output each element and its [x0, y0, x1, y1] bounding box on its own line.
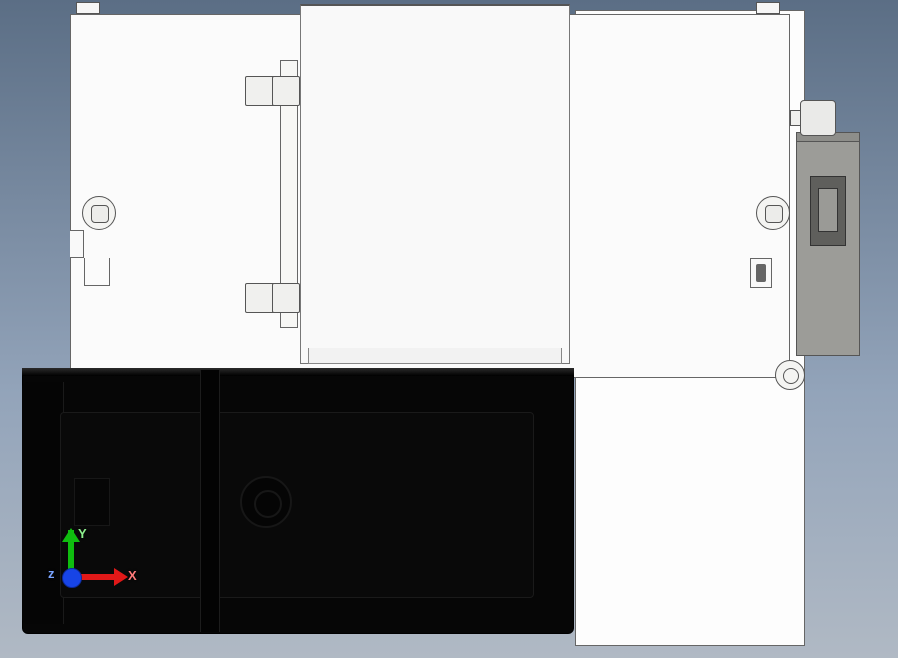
origin-sphere-icon	[62, 568, 82, 588]
model-standoff-top-b	[272, 76, 300, 106]
model-standoff-bottom-a	[245, 283, 275, 313]
model-center-plate	[300, 4, 570, 364]
model-right-cylinder	[800, 100, 836, 136]
axis-x-arrowhead-icon	[114, 568, 128, 586]
axis-y-label: Y	[78, 526, 87, 541]
origin-triad[interactable]: Y X z	[56, 530, 136, 610]
cad-3d-viewport[interactable]: Y X z	[0, 0, 898, 658]
axis-x-label: X	[128, 568, 137, 583]
model-notch-right-pin	[756, 264, 766, 282]
model-standoff-top-a	[245, 76, 275, 106]
model-tab-top-left	[76, 2, 100, 14]
model-plug-round	[775, 360, 805, 390]
model-notch-left	[70, 230, 84, 258]
model-motor-top-highlight	[22, 368, 574, 376]
model-motor-label-patch	[74, 478, 110, 526]
model-center-plate-lip	[308, 348, 562, 364]
model-notch-left-slot	[84, 258, 110, 286]
axis-z-label: z	[48, 566, 55, 581]
model-bracket-plate	[796, 138, 860, 356]
model-tab-top-right	[756, 2, 780, 14]
model-screw-left	[82, 196, 116, 230]
model-motor-band	[200, 370, 220, 632]
model-bracket-hook-face	[818, 188, 838, 232]
model-motor-shaft-ring	[240, 476, 292, 528]
model-standoff-bottom-b	[272, 283, 300, 313]
model-screw-right	[756, 196, 790, 230]
